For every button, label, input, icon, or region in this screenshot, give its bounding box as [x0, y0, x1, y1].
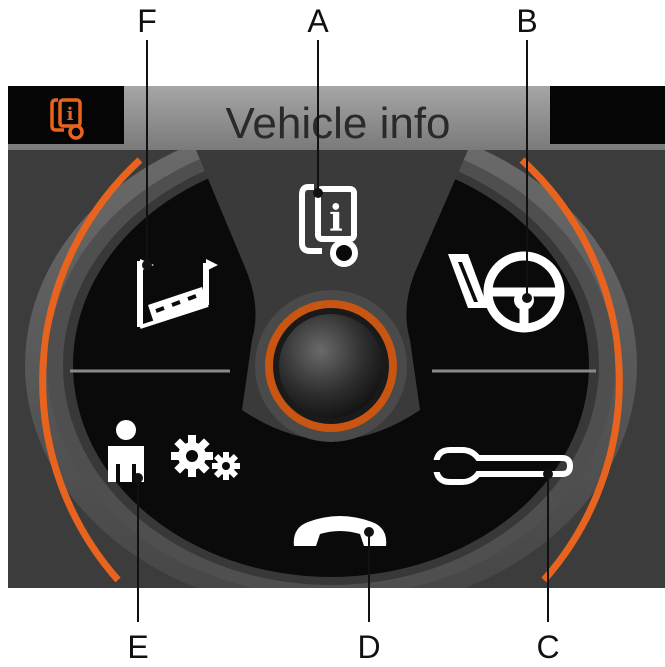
callout-dot-f	[142, 260, 152, 270]
display-screen	[8, 86, 665, 588]
callout-label-e: E	[127, 629, 148, 665]
page-title: Vehicle info	[225, 99, 450, 148]
svg-text:i: i	[67, 104, 74, 125]
callout-label-d: D	[357, 629, 380, 665]
callout-label-f: F	[137, 3, 157, 39]
callout-dot-a	[313, 188, 323, 198]
callout-label-c: C	[536, 629, 559, 665]
callout-dot-b	[522, 293, 532, 303]
callout-label-a: A	[307, 3, 329, 39]
callout-dot-e	[133, 473, 143, 483]
callout-dot-c	[543, 469, 553, 479]
callout-dot-d	[364, 527, 374, 537]
svg-text:i: i	[329, 198, 343, 240]
vehicle-info-menu-diagram: i Vehicle info i A B C D E F	[8, 3, 665, 665]
callout-label-b: B	[516, 3, 537, 39]
control-knob[interactable]	[279, 314, 383, 418]
header-bar: i Vehicle info	[8, 86, 665, 150]
header-right-box	[550, 86, 665, 144]
